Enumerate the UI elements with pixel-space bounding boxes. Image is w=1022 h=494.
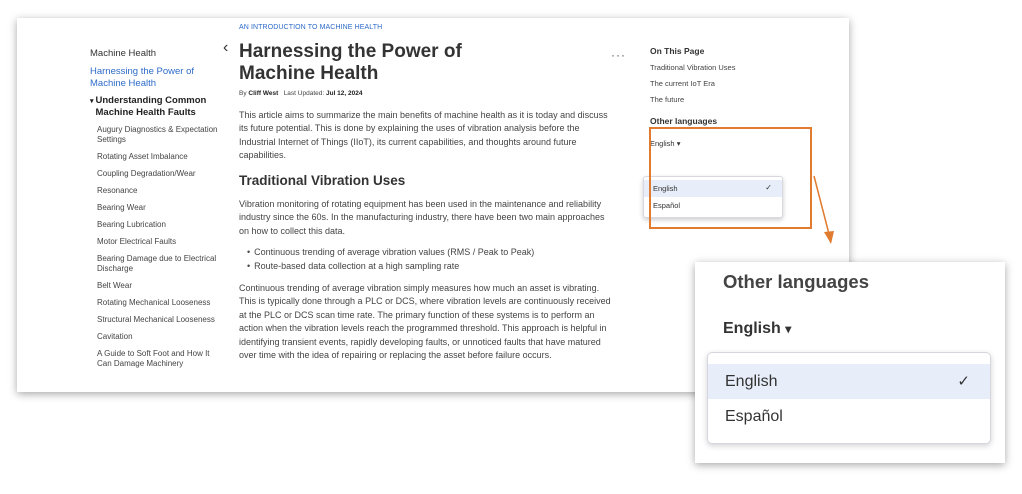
zoom-panel: Other languages English ▾ English ✓ Espa… bbox=[695, 262, 1005, 463]
zoom-language-dropdown: English ✓ Español bbox=[707, 352, 991, 444]
language-option-label: Español bbox=[725, 408, 783, 425]
check-icon: ✓ bbox=[957, 373, 970, 390]
zoom-language-select-value: English bbox=[723, 320, 781, 337]
zoom-other-languages-title: Other languages bbox=[723, 271, 869, 292]
zoom-language-select[interactable]: English ▾ bbox=[723, 320, 791, 338]
language-option-label: English bbox=[725, 373, 778, 390]
zoom-language-option-espanol[interactable]: Español bbox=[708, 399, 990, 434]
caret-down-icon: ▾ bbox=[785, 322, 792, 336]
zoom-language-option-english[interactable]: English ✓ bbox=[708, 364, 990, 399]
